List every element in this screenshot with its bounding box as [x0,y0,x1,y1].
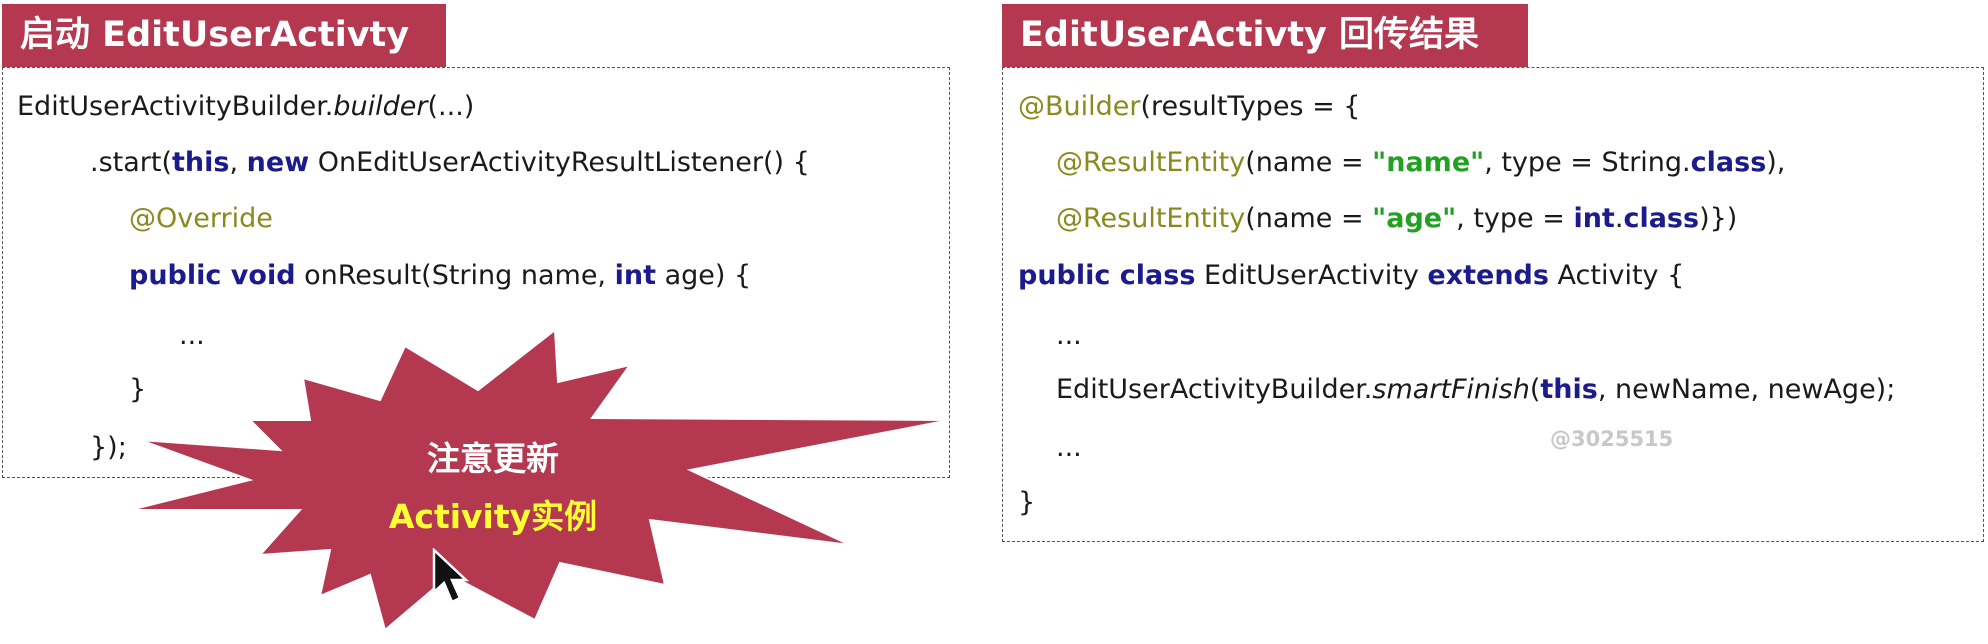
callout-line-1: 注意更新 [427,439,559,478]
mouse-pointer-icon [432,548,470,604]
callout-burst-shape [129,328,951,632]
burst-star-polygon [129,328,951,632]
callout-line-2: Activity实例 [388,497,598,536]
